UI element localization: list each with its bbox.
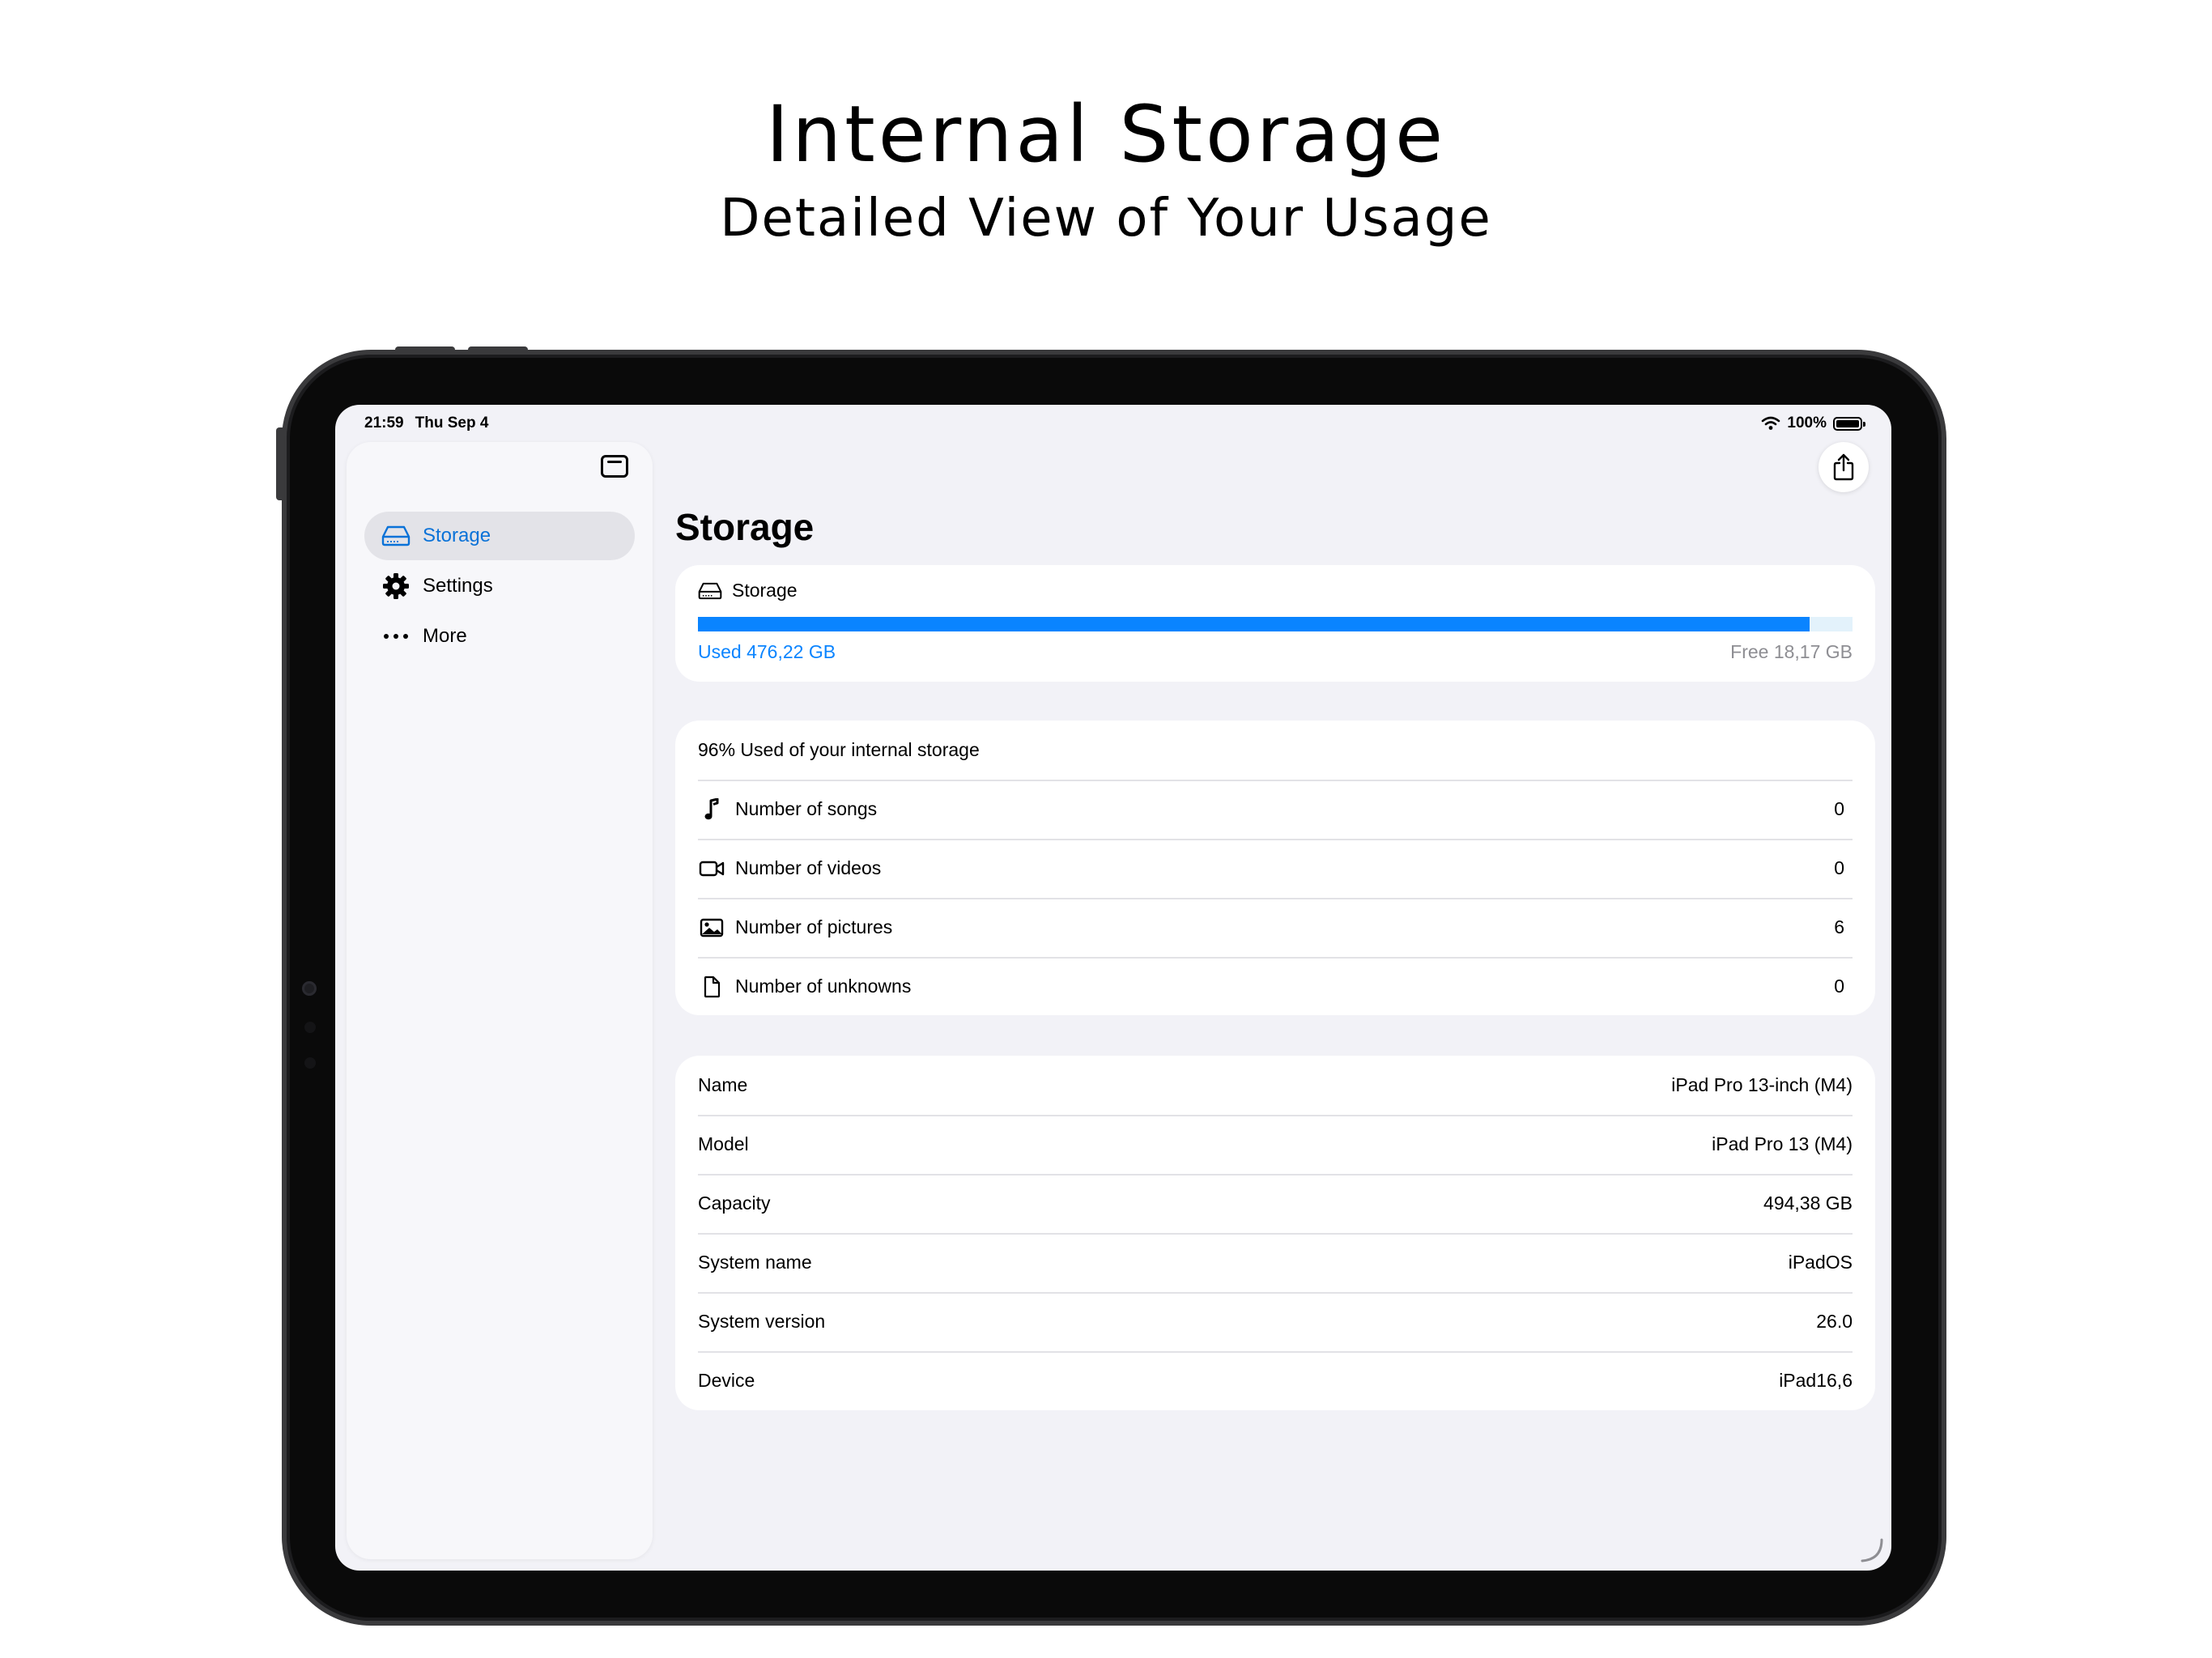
- list-item: Number of songs 0: [698, 780, 1853, 839]
- row-value: iPad Pro 13 (M4): [1712, 1133, 1853, 1154]
- status-bar-left: 21:59 Thu Sep 4: [364, 414, 500, 432]
- drive-icon: [381, 521, 411, 551]
- row-label: Number of pictures: [735, 916, 893, 937]
- row-label: Capacity: [698, 1192, 771, 1214]
- gear-icon: [381, 571, 411, 602]
- page-title: Storage: [675, 506, 815, 548]
- front-camera: [302, 981, 317, 996]
- document-icon: [698, 973, 725, 1001]
- status-time: 21:59: [364, 414, 404, 432]
- battery-percentage: 100%: [1787, 414, 1827, 432]
- table-row: Device iPad16,6: [698, 1351, 1853, 1410]
- sidebar-item-label: Storage: [423, 525, 491, 546]
- drive-icon: [698, 582, 722, 600]
- storage-progress-bar: [698, 617, 1853, 631]
- music-note-icon: [698, 796, 725, 823]
- free-storage-label: Free 18,17 GB: [1730, 641, 1853, 662]
- storage-progress-fill: [698, 617, 1810, 631]
- sidebar-item-settings[interactable]: Settings: [364, 562, 635, 610]
- row-value: 0: [1834, 976, 1844, 997]
- video-camera-icon: [698, 855, 725, 882]
- file-counts-card: 96% Used of your internal storage Number…: [675, 721, 1875, 1015]
- row-value: 0: [1834, 798, 1844, 819]
- sidebar: Storage Settings More: [347, 442, 653, 1559]
- row-label: Model: [698, 1133, 749, 1154]
- table-row: System version 26.0: [698, 1292, 1853, 1351]
- window-resize-handle[interactable]: [1857, 1537, 1885, 1564]
- list-item: Number of unknowns 0: [698, 957, 1853, 1016]
- row-label: Device: [698, 1370, 755, 1391]
- used-storage-label: Used 476,22 GB: [698, 641, 836, 662]
- table-row: Name iPad Pro 13-inch (M4): [698, 1056, 1853, 1115]
- table-row: Model iPad Pro 13 (M4): [698, 1115, 1853, 1174]
- row-value: 0: [1834, 857, 1844, 878]
- sidebar-item-label: Settings: [423, 575, 493, 597]
- row-value: iPadOS: [1788, 1252, 1853, 1273]
- row-value: 26.0: [1816, 1311, 1853, 1332]
- row-label: Number of videos: [735, 857, 882, 878]
- row-label: Name: [698, 1074, 748, 1095]
- ipad-screen: 21:59 Thu Sep 4 100% Storage Settings Mo…: [335, 405, 1891, 1571]
- promo-title: Internal Storage: [765, 89, 1447, 180]
- row-value: 494,38 GB: [1763, 1192, 1853, 1214]
- usage-summary-row: 96% Used of your internal storage: [698, 721, 1853, 780]
- more-icon: [381, 621, 411, 652]
- table-row: System name iPadOS: [698, 1233, 1853, 1292]
- share-icon: [1832, 453, 1855, 481]
- sidebar-item-storage[interactable]: Storage: [364, 512, 635, 560]
- share-button[interactable]: [1819, 442, 1869, 492]
- row-label: Number of unknowns: [735, 976, 912, 997]
- row-label: Number of songs: [735, 798, 878, 819]
- wifi-icon: [1761, 416, 1780, 431]
- row-label: System version: [698, 1311, 826, 1332]
- status-date: Thu Sep 4: [415, 414, 489, 432]
- row-label: System name: [698, 1252, 812, 1273]
- promo-subtitle: Detailed View of Your Usage: [720, 189, 1492, 249]
- row-value: 6: [1834, 916, 1844, 937]
- storage-usage-card: Storage Used 476,22 GB Free 18,17 GB: [675, 565, 1875, 682]
- status-bar-right: 100%: [1761, 414, 1865, 432]
- camera-sensor: [304, 1057, 316, 1069]
- storage-card-label: Storage: [732, 580, 798, 601]
- camera-sensor: [304, 1022, 316, 1033]
- sidebar-toggle-icon[interactable]: [601, 455, 628, 478]
- row-value: iPad16,6: [1779, 1370, 1853, 1391]
- storage-card-header: Storage: [698, 580, 798, 602]
- row-value: iPad Pro 13-inch (M4): [1671, 1074, 1853, 1095]
- list-item: Number of pictures 6: [698, 898, 1853, 957]
- sidebar-item-label: More: [423, 625, 467, 647]
- list-item: Number of videos 0: [698, 839, 1853, 898]
- photo-icon: [698, 914, 725, 942]
- battery-icon: [1833, 416, 1865, 431]
- sidebar-item-more[interactable]: More: [364, 612, 635, 661]
- table-row: Capacity 494,38 GB: [698, 1174, 1853, 1233]
- device-info-card: Name iPad Pro 13-inch (M4) Model iPad Pr…: [675, 1056, 1875, 1410]
- usage-summary: 96% Used of your internal storage: [698, 739, 980, 760]
